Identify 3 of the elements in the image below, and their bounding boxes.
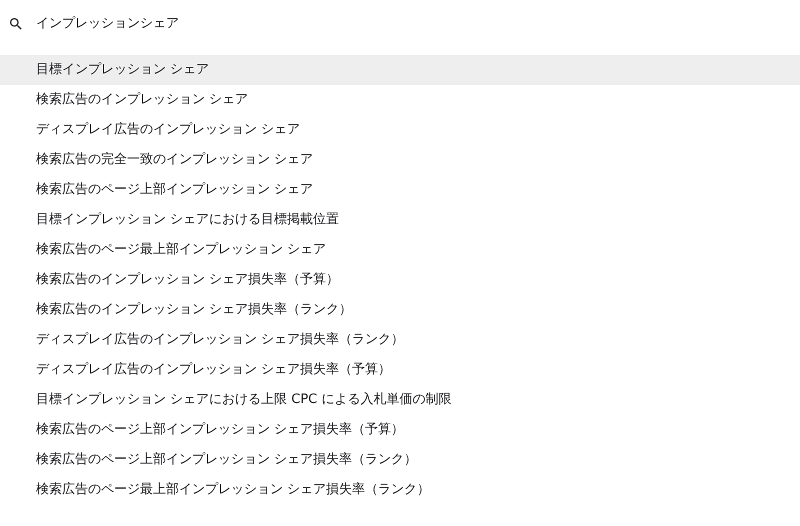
search-icon xyxy=(8,16,24,32)
search-field[interactable]: インプレッションシェア xyxy=(36,14,536,34)
suggestion-item[interactable]: 目標インプレッション シェア xyxy=(0,55,800,85)
